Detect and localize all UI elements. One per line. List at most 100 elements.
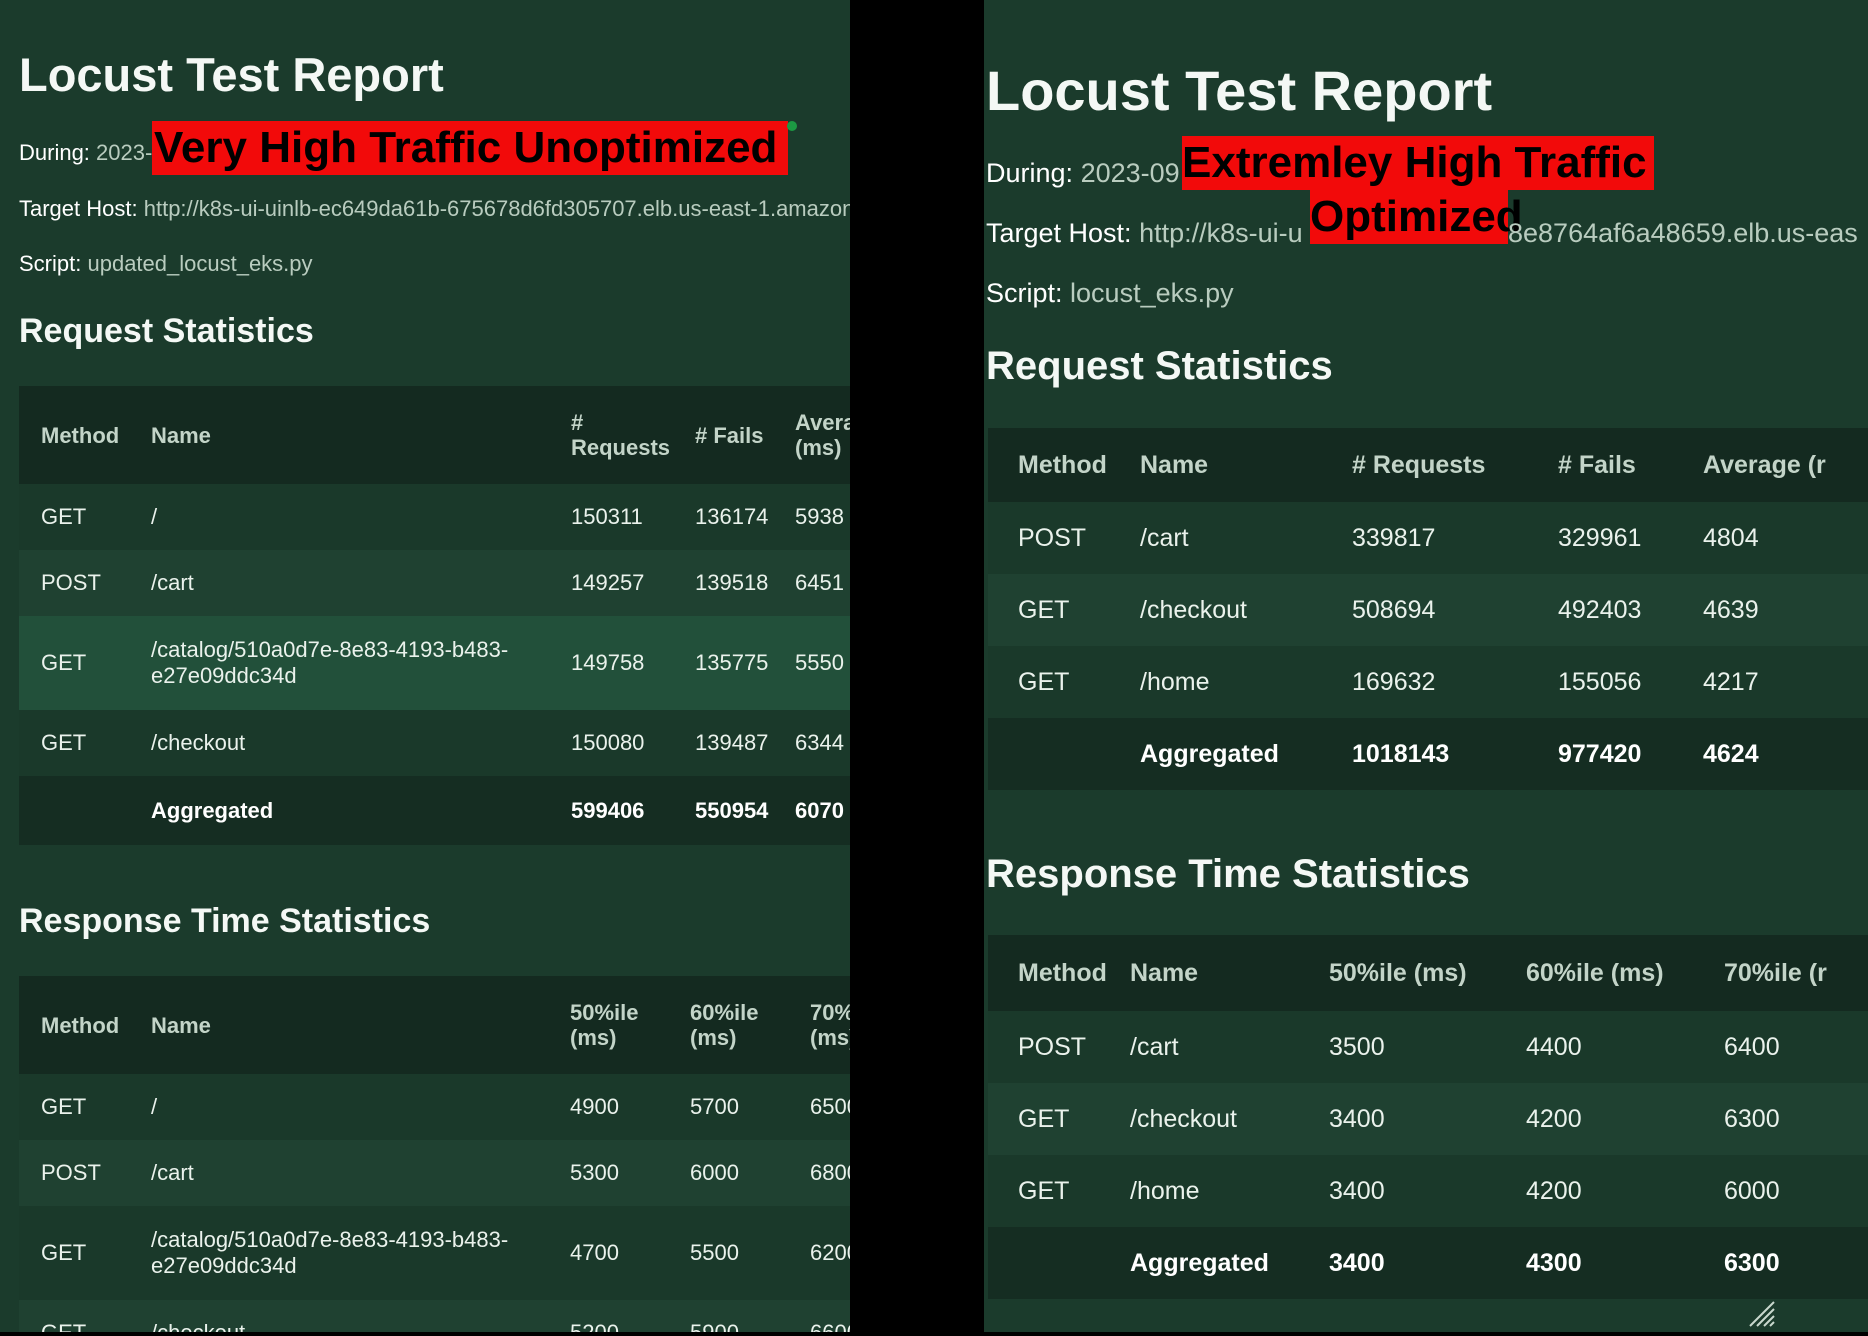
cell-p50: 4900 — [570, 1094, 619, 1119]
cell-requests: 150311 — [571, 504, 643, 529]
cell-p60: 5900 — [690, 1300, 810, 1332]
cell-fails: 136174 — [695, 504, 769, 529]
cell-p70: 6000 — [1724, 1176, 1780, 1205]
request-statistics-table: Method Name # Requests # Fails Avera (ms) … — [19, 386, 850, 845]
col-requests[interactable]: # Requests — [1352, 428, 1558, 502]
col-average[interactable]: Avera (ms) — [795, 386, 850, 484]
col-name[interactable]: Name — [151, 386, 571, 484]
cell-average: 5550 — [795, 650, 844, 675]
col-name[interactable]: Name — [1140, 428, 1352, 502]
cell-name: /catalog/510a0d7e-8e83-4193-b483- e27e09d… — [151, 1227, 509, 1278]
col-p70[interactable]: 70%(ms) — [810, 976, 850, 1074]
col-requests[interactable]: # Requests — [571, 386, 695, 484]
cell-fails: 155056 — [1558, 667, 1642, 696]
cell-requests: 599406 — [571, 797, 645, 823]
col-average[interactable]: Average (r — [1703, 428, 1868, 502]
target-host-value-start[interactable]: http://k8s-ui-u — [1139, 218, 1303, 248]
target-host-value-end[interactable]: 8e8764af6a48659.elb.us-eas — [1508, 218, 1858, 248]
target-host-label: Target Host: — [19, 196, 138, 221]
script-label: Script: — [19, 251, 82, 276]
response-time-table: Method Name 50%ile (ms) 60%ile (ms) 70% (ms… — [19, 976, 850, 1332]
cell-method: POST — [41, 570, 101, 595]
table-row: GET / 4900 5700 6500 — [19, 1074, 850, 1140]
cell-p50: 5200 — [570, 1300, 690, 1332]
resize-grip-icon[interactable] — [1746, 1298, 1776, 1328]
cell-requests: 339817 — [1352, 523, 1436, 552]
cell-fails: 139518 — [695, 570, 769, 595]
col-p60[interactable]: 60%ile (ms) — [690, 976, 810, 1074]
col-fails[interactable]: # Fails — [1558, 428, 1703, 502]
cell-average: 4804 — [1703, 523, 1759, 552]
test-label-banner-line-1: Extremley High Traffic — [1182, 136, 1654, 190]
cell-name: Aggregated — [151, 797, 274, 823]
request-statistics-heading: Request Statistics — [986, 344, 1333, 388]
right-report-panel: Locust Test Report During: 2023-09 Extre… — [984, 0, 1868, 1332]
cell-requests: 149758 — [571, 650, 645, 675]
cell-p50: 5300 — [570, 1160, 619, 1185]
cell-method: GET — [41, 650, 87, 675]
table-header-row: Method Name # Requests # Fails Average (… — [988, 428, 1868, 502]
col-p60[interactable]: 60%ile (ms) — [1526, 935, 1724, 1011]
cell-fails: 139487 — [695, 730, 769, 755]
cell-method: GET — [1018, 667, 1070, 696]
table-row: GET /catalog/510a0d7e-8e83-4193-b483- e27… — [19, 1206, 850, 1300]
aggregated-row: Aggregated 1018143 977420 4624 — [988, 718, 1868, 790]
col-name[interactable]: Name — [1130, 935, 1329, 1011]
response-time-heading: Response Time Statistics — [19, 902, 431, 940]
script-line: Script: updated_locust_eks.py — [19, 251, 313, 277]
col-name[interactable]: Name — [151, 976, 570, 1074]
cell-name: /home — [1140, 667, 1210, 696]
table-row: POST /cart 339817 329961 4804 — [988, 502, 1868, 574]
col-method[interactable]: Method — [988, 428, 1140, 502]
table-row: GET /home 3400 4200 6000 — [988, 1155, 1868, 1227]
left-report-panel: Locust Test Report During: 2023-0 Very H… — [0, 0, 850, 1332]
status-dot — [787, 121, 797, 131]
cell-fails: 977420 — [1558, 739, 1642, 768]
cell-name: /cart — [151, 570, 194, 595]
table-row: GET / 150311 136174 5938 — [19, 484, 850, 550]
cell-name: /cart — [1130, 1032, 1179, 1061]
request-statistics-table: Method Name # Requests # Fails Average (… — [988, 428, 1868, 790]
cell-name: /catalog/510a0d7e-8e83-4193-b483- e27e09d… — [151, 637, 509, 688]
table-row: GET /checkout 3400 4200 6300 — [988, 1083, 1868, 1155]
col-fails[interactable]: # Fails — [695, 386, 795, 484]
cell-requests: 149257 — [571, 570, 645, 595]
col-p50[interactable]: 50%ile (ms) — [570, 976, 690, 1074]
request-statistics-heading: Request Statistics — [19, 312, 314, 350]
col-method[interactable]: Method — [988, 935, 1130, 1011]
cell-name: /home — [1130, 1176, 1200, 1205]
response-time-table: Method Name 50%ile (ms) 60%ile (ms) 70%i… — [988, 935, 1868, 1299]
col-p50[interactable]: 50%ile (ms) — [1329, 935, 1526, 1011]
col-method[interactable]: Method — [19, 386, 151, 484]
cell-method: GET — [1018, 1176, 1070, 1205]
table-row: GET /checkout 150080 139487 6344 — [19, 710, 850, 776]
cell-name: /checkout — [151, 1300, 570, 1332]
cell-name: /cart — [1140, 523, 1189, 552]
table-row: POST /cart 3500 4400 6400 — [988, 1011, 1868, 1083]
col-p70[interactable]: 70%ile (r — [1724, 935, 1868, 1011]
cell-name: Aggregated — [1140, 739, 1279, 768]
cell-method: GET — [1018, 595, 1070, 624]
target-host-value[interactable]: http://k8s-ui-uinlb-ec649da61b-675678d6f… — [144, 196, 850, 221]
table-row: POST /cart 5300 6000 6800 — [19, 1140, 850, 1206]
cell-requests: 508694 — [1352, 595, 1436, 624]
table-row: GET /home 169632 155056 4217 — [988, 646, 1868, 718]
cell-method — [988, 1227, 1130, 1299]
cell-average: 6344 — [795, 730, 844, 755]
cell-fails: 492403 — [1558, 595, 1642, 624]
table-header-row: Method Name 50%ile (ms) 60%ile (ms) 70%i… — [988, 935, 1868, 1011]
cell-average: 6070 — [795, 797, 844, 823]
table-row: GET /checkout 508694 492403 4639 — [988, 574, 1868, 646]
cell-p60: 4200 — [1526, 1176, 1582, 1205]
cell-name: / — [151, 504, 158, 529]
cell-method: GET — [19, 1300, 151, 1332]
cell-p70: 6600 — [810, 1300, 850, 1332]
aggregated-row: Aggregated 3400 4300 6300 — [988, 1227, 1868, 1299]
table-header-row: Method Name 50%ile (ms) 60%ile (ms) 70% (ms… — [19, 976, 850, 1074]
table-row: POST /cart 149257 139518 6451 — [19, 550, 850, 616]
col-method[interactable]: Method — [19, 976, 151, 1074]
response-time-heading: Response Time Statistics — [986, 852, 1470, 896]
during-line: During: 2023-0 — [19, 140, 165, 166]
cell-method: GET — [1018, 1104, 1070, 1133]
cell-p70: 6400 — [1724, 1032, 1780, 1061]
